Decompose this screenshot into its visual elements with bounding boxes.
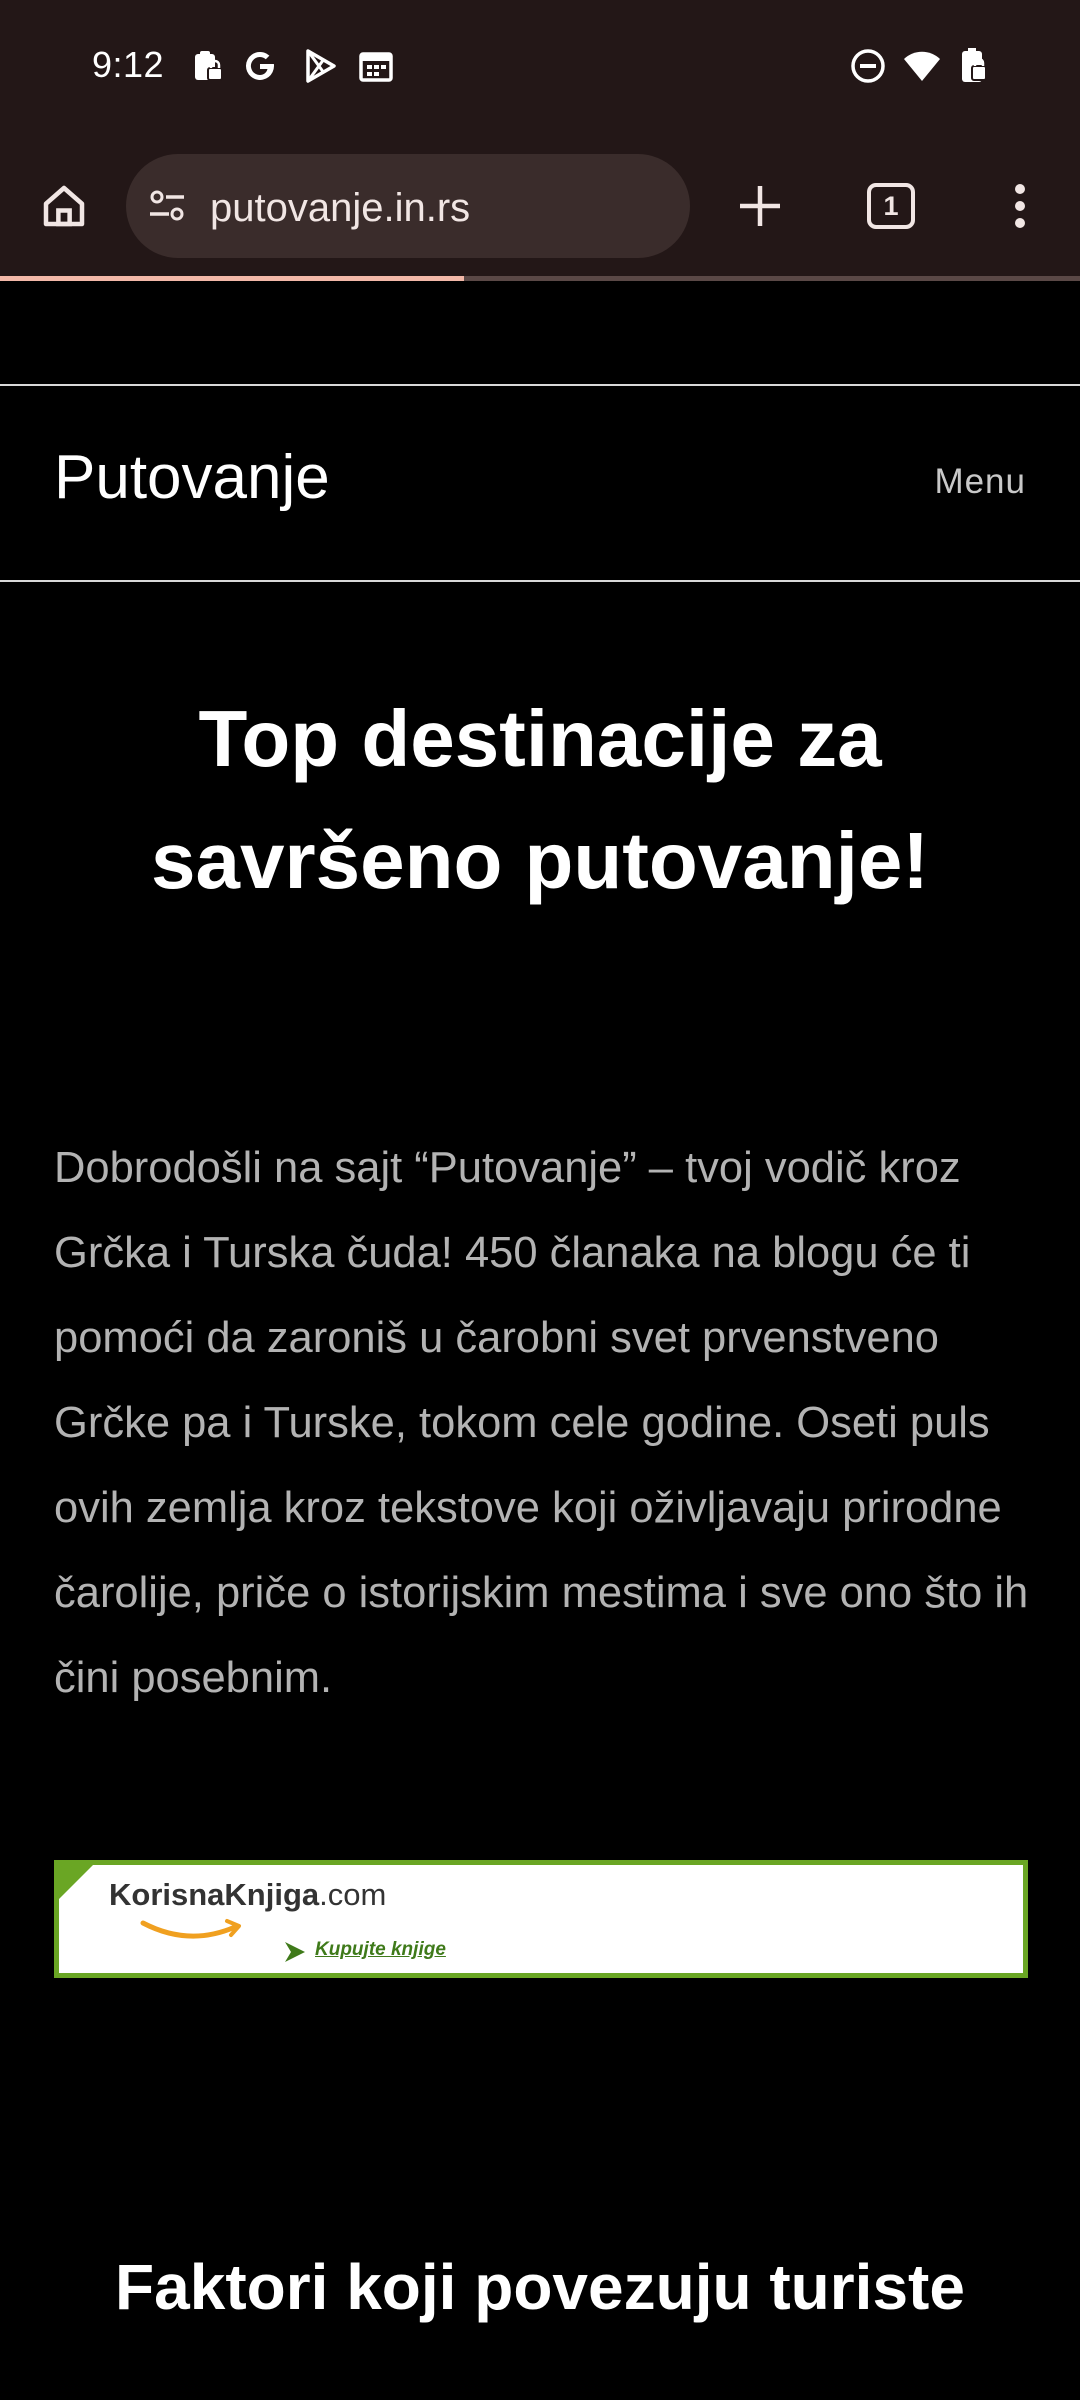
site-title[interactable]: Putovanje	[54, 442, 330, 513]
header-divider-top	[0, 384, 1080, 386]
smile-arrow-icon	[139, 1917, 249, 1952]
clipboard-lock-icon	[188, 46, 228, 86]
page-load-progress	[0, 276, 1080, 281]
battery-icon	[952, 46, 992, 86]
play-arrow-icon	[283, 1940, 307, 1969]
plus-icon	[736, 182, 784, 230]
banner-brand-suffix: .com	[319, 1877, 387, 1912]
buy-books-link[interactable]: Kupujte knjige	[315, 1939, 446, 1961]
home-icon	[37, 179, 91, 233]
section-title: Faktori koji povezuju turiste	[115, 2251, 965, 2323]
banner-corner-accent	[59, 1865, 93, 1899]
wifi-icon	[902, 46, 942, 86]
play-store-icon	[300, 46, 340, 86]
new-tab-button[interactable]	[720, 166, 800, 246]
menu-button[interactable]: Menu	[934, 462, 1026, 502]
url-text[interactable]: putovanje.in.rs	[210, 186, 470, 231]
site-settings-icon[interactable]	[146, 184, 190, 233]
status-time: 9:12	[92, 44, 165, 85]
home-button[interactable]	[24, 166, 104, 246]
calendar-icon	[356, 46, 396, 86]
tab-switcher-button[interactable]: 1	[867, 183, 915, 229]
progress-fill	[0, 276, 465, 281]
browser-toolbar: putovanje.in.rs 1	[0, 136, 1080, 276]
more-vert-icon	[1013, 182, 1027, 230]
ad-banner[interactable]: KorisnaKnjiga.com Kupujte knjige	[54, 1860, 1028, 1978]
banner-brand: KorisnaKnjiga.com	[109, 1877, 386, 1913]
hero-title: Top destinacije za savršeno putovanje!	[150, 694, 929, 905]
do-not-disturb-icon	[848, 46, 888, 86]
header-divider-bottom	[0, 580, 1080, 582]
google-icon	[240, 46, 280, 86]
banner-brand-name: KorisnaKnjiga	[109, 1877, 320, 1912]
status-bar: 9:12	[0, 0, 1080, 136]
url-bar[interactable]: putovanje.in.rs	[126, 154, 690, 258]
overflow-menu-button[interactable]	[990, 166, 1050, 246]
intro-paragraph: Dobrodošli na sajt “Putovanje” – tvoj vo…	[54, 1144, 1029, 1702]
